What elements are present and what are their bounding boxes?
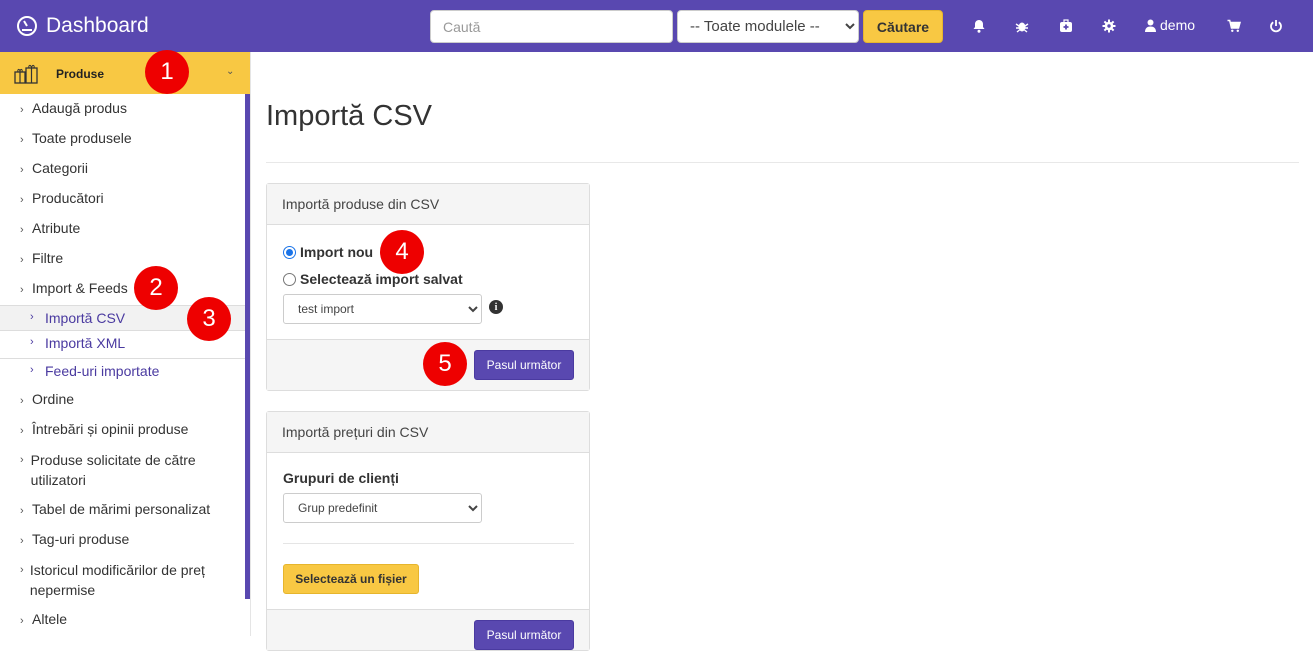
chevron-right-icon: ›: [20, 224, 24, 236]
chevron-right-icon: ›: [20, 254, 24, 266]
sidebar-subitem-label: Importă CSV: [45, 310, 126, 326]
chevron-right-icon: ›: [20, 134, 24, 146]
sidebar-item-ordine[interactable]: › Ordine: [20, 391, 74, 407]
sidebar-item-label: Import & Feeds: [32, 280, 128, 296]
sidebar-item-label: Categorii: [32, 160, 89, 176]
saved-import-select[interactable]: test import: [283, 294, 482, 324]
sidebar-item-label: Producători: [32, 190, 104, 206]
chevron-right-icon: ›: [20, 194, 24, 206]
chevron-right-icon: ›: [20, 505, 24, 517]
user-name: demo: [1160, 17, 1196, 33]
next-step-button[interactable]: Pasul următor: [474, 620, 574, 650]
sidebar-item-label: Adaugă produs: [32, 100, 127, 116]
radio-import-salvat[interactable]: Selectează import salvat: [283, 271, 463, 287]
chevron-right-icon: ›: [30, 311, 34, 323]
sidebar-item-label: Întrebări și opinii produse: [32, 421, 189, 437]
sidebar-subitem-feed-uri-importate[interactable]: › Feed-uri importate: [0, 358, 245, 384]
chevron-right-icon: ›: [30, 364, 34, 376]
select-file-button[interactable]: Selectează un fișier: [283, 564, 419, 594]
step-badge-4: 4: [380, 230, 424, 274]
chevron-right-icon: ›: [20, 454, 24, 466]
sidebar-item-adauga-produs[interactable]: › Adaugă produs: [20, 100, 127, 116]
sidebar-item-istoric-preturi[interactable]: › Istoricul modificărilor de preț nepermi…: [20, 560, 230, 600]
chevron-right-icon: ›: [20, 164, 24, 176]
sidebar-item-label: Istoricul modificărilor de preț nepermis…: [29, 562, 205, 598]
radio-label: Selectează import salvat: [300, 271, 463, 287]
sidebar-item-atribute[interactable]: › Atribute: [20, 220, 80, 236]
step-badge-2: 2: [134, 266, 178, 310]
next-step-button[interactable]: Pasul următor: [474, 350, 574, 380]
import-prices-panel: Importă prețuri din CSV Grupuri de clien…: [266, 411, 590, 651]
sidebar-item-label: Tag-uri produse: [32, 531, 130, 547]
sidebar-item-altele[interactable]: › Altele: [20, 611, 67, 627]
customer-group-select[interactable]: Grup predefinit: [283, 493, 482, 523]
sidebar-item-label: Tabel de mărimi personalizat: [32, 501, 211, 517]
divider: [283, 543, 574, 544]
sidebar-item-intrebari-opinii[interactable]: › Întrebări și opinii produse: [20, 421, 188, 437]
gift-boxes-icon: [14, 64, 38, 84]
dashboard-gauge-icon: [17, 16, 37, 36]
sidebar-item-toate-produsele[interactable]: › Toate produsele: [20, 130, 132, 146]
chevron-right-icon: ›: [20, 535, 24, 547]
step-badge-1: 1: [145, 50, 189, 94]
panel-title: Importă prețuri din CSV: [267, 412, 589, 453]
gear-icon[interactable]: [1100, 17, 1118, 35]
radio-label: Import nou: [300, 244, 374, 260]
chevron-right-icon: ›: [20, 284, 24, 296]
bell-icon[interactable]: [970, 17, 988, 35]
chevron-right-icon: ›: [20, 425, 24, 437]
chevron-right-icon: ›: [20, 564, 24, 576]
module-select[interactable]: -- Toate modulele --: [677, 10, 859, 43]
chevron-right-icon: ›: [20, 615, 24, 627]
chevron-right-icon: ›: [20, 104, 24, 116]
step-badge-3: 3: [187, 297, 231, 341]
sidebar-item-label: Ordine: [32, 391, 75, 407]
sidebar-item-categorii[interactable]: › Categorii: [20, 160, 88, 176]
dashboard-title: Dashboard: [46, 14, 149, 37]
page-title: Importă CSV: [266, 100, 432, 132]
customer-groups-label: Grupuri de clienți: [283, 470, 399, 486]
sidebar-item-filtre[interactable]: › Filtre: [20, 250, 63, 266]
sidebar-section-produse[interactable]: Produse ⌄: [0, 52, 250, 94]
search-input[interactable]: [430, 10, 673, 43]
sidebar-item-tag-uri[interactable]: › Tag-uri produse: [20, 531, 129, 547]
chevron-right-icon: ›: [30, 336, 34, 348]
sidebar-item-produse-solicitate[interactable]: › Produse solicitate de către utilizatori: [20, 450, 230, 490]
sidebar-subitem-label: Feed-uri importate: [45, 363, 160, 379]
sidebar-item-label: Altele: [32, 611, 68, 627]
sidebar-item-label: Filtre: [32, 250, 64, 266]
panel-title: Importă produse din CSV: [267, 184, 589, 225]
sidebar-subitem-label: Importă XML: [45, 335, 126, 351]
sidebar-item-tabel-marimi[interactable]: › Tabel de mărimi personalizat: [20, 501, 210, 517]
info-icon[interactable]: i: [489, 300, 503, 314]
sidebar-item-label: Atribute: [32, 220, 81, 236]
radio-import-nou[interactable]: Import nou: [283, 244, 373, 260]
radio-checked[interactable]: [283, 245, 296, 259]
dashboard-link[interactable]: Dashboard: [16, 14, 149, 38]
divider: [266, 162, 1299, 163]
sidebar-accent-bar: [245, 94, 250, 599]
sidebar-item-label: Toate produsele: [32, 130, 132, 146]
sidebar-item-label: Produse solicitate de către utilizatori: [30, 452, 196, 488]
sidebar-section-label: Produse: [56, 67, 105, 81]
search-button[interactable]: Căutare: [863, 10, 943, 43]
cart-icon[interactable]: [1225, 17, 1243, 35]
medkit-icon[interactable]: [1057, 17, 1075, 35]
power-icon[interactable]: [1267, 17, 1285, 35]
user-icon: [1145, 19, 1156, 32]
sidebar-item-import-feeds[interactable]: › Import & Feeds: [20, 280, 128, 296]
sidebar-item-producatori[interactable]: › Producători: [20, 190, 104, 206]
step-badge-5: 5: [423, 342, 467, 386]
panel-footer: Pasul următor: [267, 609, 589, 650]
top-bar: Dashboard -- Toate modulele -- Căutare d…: [0, 0, 1313, 52]
chevron-right-icon: ›: [20, 395, 24, 407]
user-menu[interactable]: demo: [1145, 17, 1195, 33]
bug-icon[interactable]: [1013, 17, 1031, 35]
radio-unchecked[interactable]: [283, 272, 296, 286]
chevron-down-icon: ⌄: [226, 66, 235, 77]
